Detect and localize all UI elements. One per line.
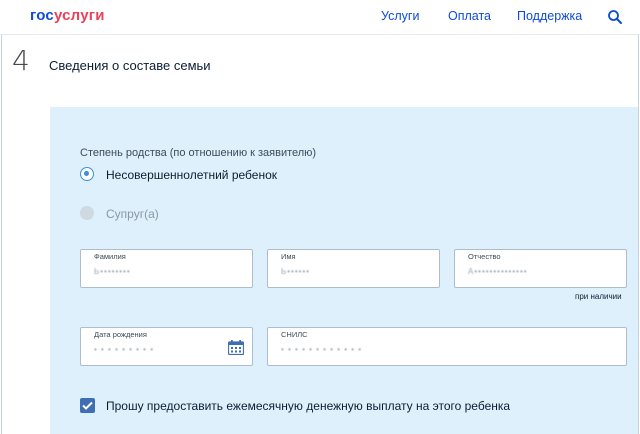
- logo-part-uslugi: услуги: [53, 7, 105, 24]
- patronymic-label: Отчество: [468, 252, 501, 261]
- step-title: Сведения о составе семьи: [49, 58, 211, 73]
- surname-label: Фамилия: [94, 252, 126, 261]
- name-value: Ь••••••: [281, 267, 311, 276]
- surname-value: Ь••••••••: [94, 267, 131, 276]
- birth-date-field[interactable]: Дата рождения • • • • • • • • •: [80, 327, 253, 366]
- snils-value: • • • • • • • • • • • •: [281, 345, 363, 354]
- snils-field[interactable]: СНИЛС • • • • • • • • • • • •: [267, 327, 627, 366]
- nav-services[interactable]: Услуги: [381, 9, 419, 23]
- relation-label: Степень родства (по отношению к заявител…: [80, 147, 317, 159]
- monthly-payment-checkbox[interactable]: [80, 398, 95, 413]
- name-field[interactable]: Имя Ь••••••: [267, 249, 440, 288]
- calendar-icon[interactable]: [228, 340, 244, 355]
- name-label: Имя: [281, 252, 296, 261]
- header-divider: [0, 34, 640, 35]
- patronymic-field[interactable]: Отчество А••••••••••••••: [454, 249, 627, 288]
- radio-minor-child[interactable]: [80, 167, 94, 181]
- gosuslugi-logo[interactable]: госуслуги: [30, 7, 105, 24]
- surname-field[interactable]: Фамилия Ь••••••••: [80, 249, 253, 288]
- birth-date-value: • • • • • • • • •: [94, 345, 154, 354]
- patronymic-hint: при наличии: [575, 292, 622, 301]
- patronymic-value: А••••••••••••••: [468, 267, 528, 276]
- search-icon[interactable]: [607, 9, 623, 25]
- frame-border-right: [638, 35, 639, 434]
- radio-minor-child-label[interactable]: Несовершеннолетний ребенок: [106, 168, 277, 182]
- header: госуслуги Услуги Оплата Поддержка: [0, 0, 640, 34]
- frame-border-left: [1, 35, 2, 434]
- monthly-payment-label[interactable]: Прошу предоставить ежемесячную денежную …: [106, 399, 510, 413]
- birth-date-label: Дата рождения: [94, 330, 147, 339]
- logo-part-gos: гос: [30, 7, 54, 24]
- nav-payment[interactable]: Оплата: [448, 9, 491, 23]
- nav-support[interactable]: Поддержка: [517, 9, 582, 23]
- radio-spouse-label: Супруг(а): [106, 207, 159, 221]
- checkmark-icon: [82, 401, 93, 410]
- snils-label: СНИЛС: [281, 330, 308, 339]
- radio-spouse: [80, 206, 94, 220]
- step-number: 4: [12, 44, 30, 77]
